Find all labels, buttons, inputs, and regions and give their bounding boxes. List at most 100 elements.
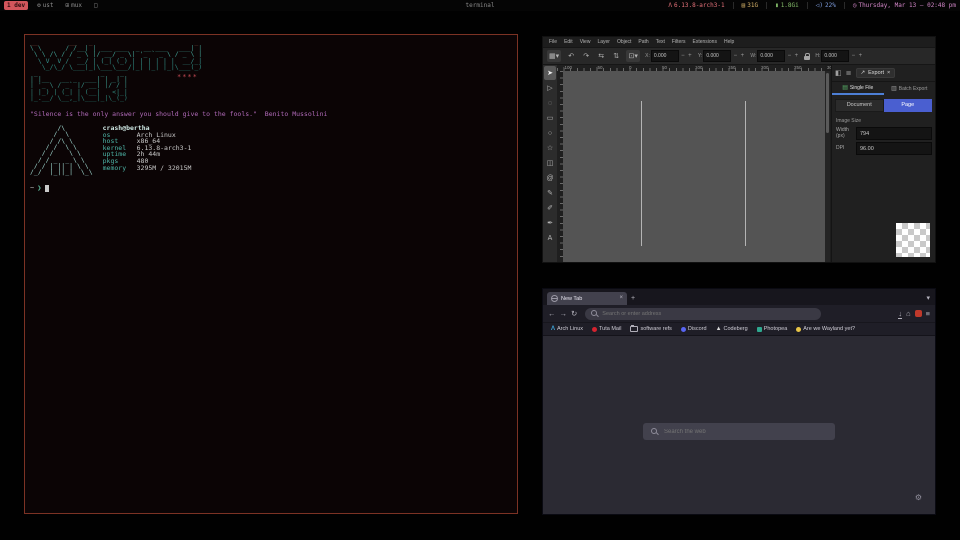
fetch-rows: osArch Linuxhostx86_64kernel6.13.8-arch3… (103, 132, 192, 172)
spinner-increment[interactable]: + (793, 53, 799, 59)
width-input[interactable] (856, 127, 932, 140)
list-all-tabs-icon[interactable]: ▾ (926, 295, 930, 302)
calligraphy-tool[interactable]: ✒ (544, 216, 556, 230)
spinner-decrement[interactable]: − (786, 53, 792, 59)
spinner-label: H: (815, 53, 820, 59)
spinner-value[interactable]: 0.000 (651, 50, 679, 62)
pencil-tool[interactable]: ✎ (544, 186, 556, 200)
scrollbar-thumb[interactable] (826, 73, 829, 133)
browser-tab-new-tab[interactable]: New Tab × (547, 292, 627, 305)
forward-button[interactable]: → (560, 309, 568, 318)
workspace-2[interactable]: ⚙ust (34, 1, 56, 10)
folder-icon (630, 326, 638, 332)
text-tool[interactable]: A (544, 231, 556, 245)
menu-file[interactable]: File (549, 39, 557, 45)
bookmark-tuta-mail[interactable]: Tuta Mail (592, 326, 621, 332)
rectangle-tool[interactable]: ▭ (544, 111, 556, 125)
spinner-decrement[interactable]: − (850, 53, 856, 59)
workspace-1[interactable]: 1 dev (4, 1, 28, 10)
menu-filters[interactable]: Filters (672, 39, 686, 45)
selector-tool[interactable]: ➤ (544, 66, 556, 80)
volume-module[interactable]: ◁) 22% (807, 2, 836, 9)
spinner-h: H:0.000−+ (815, 50, 863, 62)
export-area-toggle: Document Page (832, 95, 935, 115)
dpi-input[interactable] (856, 142, 932, 155)
bezier-tool[interactable]: ✐ (544, 201, 556, 215)
terminal-window[interactable]: __ __ _ _ \ \ / /__| | ___ ___ _ __ ___ … (24, 34, 518, 514)
newtab-search-input[interactable] (664, 429, 827, 435)
close-icon[interactable]: × (887, 70, 890, 76)
spinner-increment[interactable]: + (687, 53, 693, 59)
tab-batch-export[interactable]: ▥ Batch Export (884, 82, 936, 95)
bookmark-codeberg[interactable]: ▲Codeberg (716, 326, 748, 332)
menu-button[interactable]: ≡ (926, 309, 930, 318)
menu-help[interactable]: Help (724, 39, 734, 45)
close-tab-icon[interactable]: × (619, 295, 623, 302)
url-input[interactable] (602, 311, 815, 317)
shell-prompt[interactable]: ~ ❯ (30, 184, 517, 192)
ram-icon: ▮ (775, 2, 779, 9)
lock-ratio-icon[interactable] (804, 56, 810, 60)
adblock-extension-icon[interactable] (915, 310, 922, 317)
fetch-info: crash@bertha osArch Linuxhostx86_64kerne… (103, 125, 192, 175)
menu-edit[interactable]: Edit (564, 39, 573, 45)
spinner-increment[interactable]: + (739, 53, 745, 59)
spinner-decrement[interactable]: − (732, 53, 738, 59)
workspace-3[interactable]: ⊞mux (63, 1, 85, 10)
document-icon: ▤ (842, 84, 848, 91)
new-tab-button[interactable]: + (631, 295, 635, 302)
personalize-gear-icon[interactable]: ⚙ (915, 493, 922, 502)
flip-horizontal-button[interactable]: ⇆ (596, 50, 606, 62)
status-modules: Λ 6.13.8-arch3-1 ▤ 31G ▮ 1.8Gi ◁) 22% ◷ … (668, 2, 956, 9)
bookmark-software-refs[interactable]: software refs (630, 326, 671, 332)
inkscape-canvas[interactable] (563, 71, 825, 262)
menu-view[interactable]: View (580, 39, 591, 45)
rotate-ccw-button[interactable]: ↶ (566, 50, 576, 62)
spinner-increment[interactable]: + (857, 53, 863, 59)
downloads-button[interactable]: ↓ (898, 309, 902, 318)
menu-extensions[interactable]: Extensions (693, 39, 717, 45)
menu-layer[interactable]: Layer (597, 39, 610, 45)
menu-text[interactable]: Text (656, 39, 665, 45)
bookmark-are-we-wayland-yet-[interactable]: Are we Wayland yet? (796, 326, 855, 332)
spinner-x: X:0.000−+ (645, 50, 693, 62)
page-button[interactable]: Page (884, 99, 933, 112)
menu-path[interactable]: Path (638, 39, 648, 45)
terminal-cursor (45, 185, 49, 192)
fill-stroke-icon[interactable]: ◧ (835, 69, 842, 77)
box3d-tool[interactable]: ◫ (544, 156, 556, 170)
url-bar[interactable] (585, 308, 821, 320)
menu-object[interactable]: Object (617, 39, 631, 45)
tab-single-file[interactable]: ▤ Single File (832, 82, 884, 95)
export-tab[interactable]: ↗ Export × (856, 68, 896, 78)
back-button[interactable]: ← (548, 309, 556, 318)
rotate-cw-button[interactable]: ↷ (581, 50, 591, 62)
ellipse-tool[interactable]: ○ (544, 126, 556, 140)
memory-module: ▮ 1.8Gi (766, 2, 799, 9)
document-button[interactable]: Document (835, 99, 884, 112)
site-favicon (681, 327, 686, 332)
flip-vertical-button[interactable]: ⇅ (611, 50, 621, 62)
spiral-tool[interactable]: @ (544, 171, 556, 185)
spinner-decrement[interactable]: − (680, 53, 686, 59)
page-edge-left (641, 101, 642, 246)
reload-button[interactable]: ↻ (571, 309, 577, 318)
spinner-value[interactable]: 0.000 (821, 50, 849, 62)
bookmark-photopea[interactable]: Photopea (757, 326, 788, 332)
shape-builder-tool[interactable]: ◌ (544, 96, 556, 110)
canvas-scrollbar[interactable] (825, 71, 830, 262)
layers-icon[interactable]: ≣ (846, 69, 852, 77)
selector-mode-dropdown[interactable]: ▦▾ (547, 50, 561, 62)
bookmark-discord[interactable]: Discord (681, 326, 707, 332)
bookmark-arch-linux[interactable]: ΛArch Linux (551, 326, 583, 332)
spinner-value[interactable]: 0.000 (703, 50, 731, 62)
align-dropdown[interactable]: ⊡▾ (626, 50, 640, 62)
workspace-4[interactable]: □ (91, 1, 101, 10)
spinner-value[interactable]: 0.000 (757, 50, 785, 62)
ascii-art-accent: **** (177, 73, 198, 81)
newtab-search-box[interactable] (643, 423, 835, 440)
node-tool[interactable]: ▷ (544, 81, 556, 95)
star-tool[interactable]: ☆ (544, 141, 556, 155)
memory-text: 1.8Gi (781, 2, 799, 9)
home-button[interactable]: ⌂ (906, 309, 911, 318)
